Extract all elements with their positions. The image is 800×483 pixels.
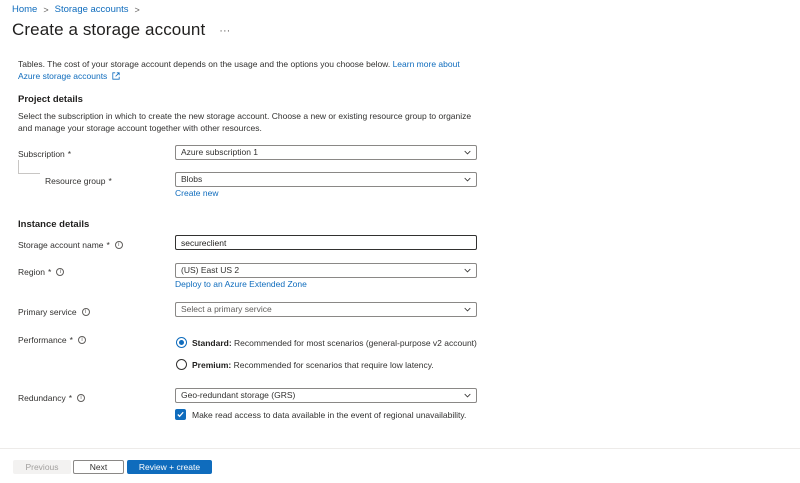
chevron-down-icon bbox=[464, 150, 471, 155]
subscription-select[interactable]: Azure subscription 1 bbox=[175, 145, 477, 160]
performance-label-text: Performance bbox=[18, 335, 67, 345]
breadcrumb-storage-accounts[interactable]: Storage accounts bbox=[55, 4, 129, 15]
required-marker: * bbox=[68, 393, 73, 403]
region-value: (US) East US 2 bbox=[181, 265, 240, 275]
create-new-link[interactable]: Create new bbox=[175, 187, 218, 199]
title-row: Create a storage account ··· bbox=[12, 20, 230, 40]
required-marker: * bbox=[67, 149, 72, 159]
info-icon[interactable]: i bbox=[81, 308, 90, 316]
page-title: Create a storage account bbox=[12, 20, 206, 39]
primary-service-placeholder: Select a primary service bbox=[181, 304, 272, 314]
performance-premium-text: Premium: Recommended for scenarios that … bbox=[192, 360, 434, 370]
subscription-label: Subscription * bbox=[18, 149, 71, 159]
performance-standard-title: Standard: bbox=[192, 337, 232, 348]
primary-service-label-text: Primary service bbox=[18, 307, 77, 317]
performance-label: Performance * i bbox=[18, 335, 86, 345]
redundancy-value: Geo-redundant storage (GRS) bbox=[181, 390, 296, 400]
resource-group-value: Blobs bbox=[181, 174, 203, 184]
performance-standard-text: Standard: Recommended for most scenarios… bbox=[192, 338, 477, 348]
redundancy-label-text: Redundancy bbox=[18, 393, 66, 403]
subscription-label-text: Subscription bbox=[18, 149, 65, 159]
read-access-label: Make read access to data available in th… bbox=[192, 409, 467, 420]
instance-details-heading: Instance details bbox=[18, 219, 90, 230]
tree-connector bbox=[18, 160, 40, 174]
region-label-text: Region bbox=[18, 267, 45, 277]
previous-button[interactable]: Previous bbox=[13, 460, 71, 474]
chevron-down-icon bbox=[464, 177, 471, 182]
project-details-heading: Project details bbox=[18, 94, 83, 105]
external-link-icon[interactable] bbox=[112, 72, 120, 80]
subscription-value: Azure subscription 1 bbox=[181, 147, 259, 157]
extended-zone-link[interactable]: Deploy to an Azure Extended Zone bbox=[175, 278, 307, 290]
breadcrumb: Home > Storage accounts > bbox=[12, 4, 140, 15]
storage-account-name-label-text: Storage account name bbox=[18, 240, 104, 250]
required-marker: * bbox=[108, 176, 112, 186]
storage-account-name-input[interactable] bbox=[175, 235, 477, 250]
chevron-down-icon bbox=[464, 307, 471, 312]
chevron-down-icon bbox=[464, 268, 471, 273]
read-access-checkbox[interactable]: Make read access to data available in th… bbox=[175, 409, 466, 420]
required-marker: * bbox=[47, 267, 52, 277]
redundancy-label: Redundancy * i bbox=[18, 393, 86, 403]
performance-premium-desc: Recommended for scenarios that require l… bbox=[231, 359, 434, 370]
footer-bar: Previous Next Review + create bbox=[0, 448, 800, 483]
primary-service-select[interactable]: Select a primary service bbox=[175, 302, 477, 317]
primary-service-label: Primary service i bbox=[18, 307, 90, 317]
intro-text: Tables. The cost of your storage account… bbox=[18, 58, 478, 82]
info-icon[interactable]: i bbox=[56, 268, 65, 276]
region-select[interactable]: (US) East US 2 bbox=[175, 263, 477, 278]
breadcrumb-home[interactable]: Home bbox=[12, 4, 37, 15]
chevron-down-icon bbox=[464, 393, 471, 398]
info-icon[interactable]: i bbox=[77, 394, 86, 402]
more-options-icon[interactable]: ··· bbox=[219, 25, 230, 37]
radio-unselected-icon[interactable] bbox=[176, 359, 187, 370]
resource-group-select[interactable]: Blobs bbox=[175, 172, 477, 187]
next-button[interactable]: Next bbox=[73, 460, 124, 474]
radio-selected-icon[interactable] bbox=[176, 337, 187, 348]
storage-account-name-label: Storage account name * i bbox=[18, 240, 123, 250]
project-description: Select the subscription in which to crea… bbox=[18, 111, 472, 133]
review-create-button[interactable]: Review + create bbox=[127, 460, 212, 474]
region-label: Region * i bbox=[18, 267, 65, 277]
performance-premium-radio[interactable]: Premium: Recommended for scenarios that … bbox=[176, 359, 434, 370]
performance-premium-title: Premium: bbox=[192, 359, 232, 370]
required-marker: * bbox=[69, 335, 73, 345]
resource-group-label-text: Resource group bbox=[45, 176, 106, 186]
performance-standard-desc: Recommended for most scenarios (general-… bbox=[231, 337, 477, 348]
form-content[interactable]: Tables. The cost of your storage account… bbox=[0, 46, 800, 448]
required-marker: * bbox=[106, 240, 110, 250]
chevron-right-icon: > bbox=[43, 4, 49, 15]
resource-group-label: Resource group * bbox=[45, 176, 112, 186]
checkbox-checked-icon[interactable] bbox=[175, 409, 186, 420]
intro-description: Tables. The cost of your storage account… bbox=[18, 59, 393, 69]
info-icon[interactable]: i bbox=[114, 241, 123, 249]
performance-standard-radio[interactable]: Standard: Recommended for most scenarios… bbox=[176, 337, 477, 348]
redundancy-select[interactable]: Geo-redundant storage (GRS) bbox=[175, 388, 477, 403]
info-icon[interactable]: i bbox=[77, 336, 86, 344]
chevron-right-icon: > bbox=[134, 4, 140, 15]
